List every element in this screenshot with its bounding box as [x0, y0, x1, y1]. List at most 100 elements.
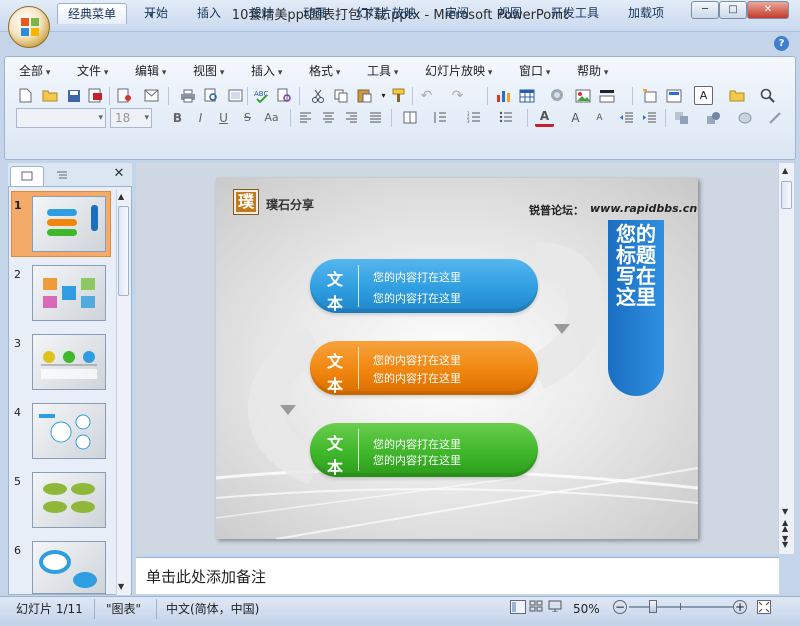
tab-outline[interactable] — [46, 166, 80, 186]
tab-view[interactable]: 视图 — [488, 3, 532, 24]
insert-table-icon[interactable] — [517, 86, 536, 105]
cut-icon[interactable] — [308, 86, 327, 105]
shape-outline-icon[interactable] — [766, 108, 785, 127]
format-painter-icon[interactable] — [389, 86, 408, 105]
decrease-indent-icon[interactable] — [617, 108, 636, 127]
find-icon[interactable] — [758, 86, 777, 105]
columns-icon[interactable] — [400, 108, 419, 127]
folder-icon[interactable] — [727, 86, 746, 105]
slides-pane-scroll-thumb[interactable] — [118, 206, 129, 296]
change-case-icon[interactable]: Aa — [262, 108, 281, 127]
status-theme[interactable]: "图表" — [106, 601, 141, 617]
fit-to-window-icon[interactable] — [757, 600, 771, 614]
strikethrough-icon[interactable]: S — [238, 108, 257, 127]
slide-canvas[interactable]: 璞 璞石分享 锐普论坛： www.rapidbbs.cn 您的标题写在这里 文 … — [216, 178, 698, 539]
underline-icon[interactable]: U — [214, 108, 233, 127]
menu-help[interactable]: 帮助 — [577, 63, 608, 79]
menu-tools[interactable]: 工具 — [367, 63, 398, 79]
zoom-out-icon[interactable]: − — [613, 600, 627, 614]
zoom-in-icon[interactable]: + — [733, 600, 747, 614]
text-box-icon[interactable]: A — [694, 86, 713, 105]
zoom-level[interactable]: 50% — [573, 601, 600, 617]
align-left-icon[interactable] — [296, 108, 315, 127]
print-icon[interactable] — [178, 86, 197, 105]
notes-placeholder[interactable]: 单击此处添加备注 — [146, 566, 266, 587]
align-right-icon[interactable] — [342, 108, 361, 127]
scroll-up-icon[interactable]: ▲ — [118, 192, 124, 201]
slides-pane-scrollbar[interactable]: ▲ ▼ — [116, 190, 130, 595]
line-style-icon[interactable] — [597, 86, 616, 105]
tab-addins[interactable]: 加载项 — [618, 3, 674, 24]
open-folder-icon[interactable] — [40, 86, 59, 105]
italic-icon[interactable]: I — [191, 108, 210, 127]
save-as-pdf-icon[interactable] — [86, 86, 105, 105]
save-icon[interactable] — [64, 86, 83, 105]
insert-picture-icon[interactable] — [573, 86, 592, 105]
menu-view[interactable]: 视图 — [193, 63, 224, 79]
maximize-button[interactable]: □ — [719, 1, 747, 19]
scroll-down-icon[interactable]: ▼ — [782, 507, 788, 516]
tab-classic-menu[interactable]: 经典菜单 — [57, 3, 128, 24]
menu-slideshow[interactable]: 幻灯片放映 — [425, 63, 492, 79]
tab-review[interactable]: 审阅 — [435, 3, 479, 24]
tab-animation[interactable]: 动画 — [293, 3, 337, 24]
shrink-font-icon[interactable]: A — [590, 108, 609, 127]
previous-slide-icon[interactable]: ▲ ▲ — [782, 519, 788, 533]
arrange-icon[interactable] — [672, 108, 691, 127]
slideshow-view-icon[interactable] — [548, 600, 564, 614]
print-preview-icon[interactable] — [202, 86, 221, 105]
tab-developer[interactable]: 开发工具 — [541, 3, 609, 24]
next-slide-icon[interactable]: ▼ ▼ — [782, 535, 788, 549]
scroll-up-icon[interactable]: ▲ — [782, 166, 788, 175]
tab-insert[interactable]: 插入 — [187, 3, 231, 24]
office-button[interactable] — [8, 6, 50, 48]
email-attach-icon[interactable] — [142, 86, 161, 105]
font-size-combo[interactable]: 18 ▾ — [110, 108, 152, 128]
clipart-icon[interactable] — [548, 86, 567, 105]
zoom-slider-track[interactable] — [629, 606, 733, 608]
slide-scroll-thumb[interactable] — [781, 181, 792, 209]
shape-fill-icon[interactable] — [736, 108, 755, 127]
numbering-icon[interactable]: 123 — [464, 108, 483, 127]
paste-icon[interactable] — [355, 86, 374, 105]
research-icon[interactable] — [275, 86, 294, 105]
slide-thumbnail-3[interactable] — [32, 334, 106, 390]
page-setup-icon[interactable] — [226, 86, 245, 105]
tab-slides[interactable] — [10, 166, 44, 186]
tab-design[interactable]: 设计 — [240, 3, 284, 24]
grow-font-icon[interactable]: A — [566, 108, 585, 127]
align-center-icon[interactable] — [319, 108, 338, 127]
copy-icon[interactable] — [331, 86, 350, 105]
menu-window[interactable]: 窗口 — [519, 63, 550, 79]
menu-insert[interactable]: 插入 — [251, 63, 282, 79]
slide-thumbnail-1[interactable] — [32, 196, 106, 252]
menu-all[interactable]: 全部 — [19, 63, 50, 79]
new-icon[interactable] — [16, 86, 35, 105]
bold-icon[interactable]: B — [168, 108, 187, 127]
shapes-icon[interactable] — [704, 108, 723, 127]
close-pane-icon[interactable]: ✕ — [112, 167, 126, 181]
slide-thumbnail-6[interactable] — [32, 541, 106, 594]
normal-view-icon[interactable] — [510, 600, 526, 614]
font-family-combo[interactable]: ▾ — [16, 108, 106, 128]
slide-scrollbar[interactable]: ▲ ▼ ▲ ▲ ▼ ▼ — [778, 163, 794, 554]
menu-edit[interactable]: 编辑 — [135, 63, 166, 79]
permission-icon[interactable] — [115, 86, 134, 105]
increase-indent-icon[interactable] — [640, 108, 659, 127]
tab-slideshow[interactable]: 幻灯片放映 — [346, 3, 426, 24]
status-language[interactable]: 中文(简体，中国) — [166, 601, 259, 617]
slide-layout-icon[interactable] — [664, 86, 683, 105]
zoom-slider-handle[interactable] — [649, 600, 657, 613]
bullets-icon[interactable] — [496, 108, 515, 127]
menu-file[interactable]: 文件 — [77, 63, 108, 79]
tab-home[interactable]: 开始 — [134, 3, 178, 24]
undo-icon[interactable]: ↶ — [417, 86, 436, 105]
font-color-icon[interactable]: A — [535, 108, 554, 127]
slide-thumbnail-2[interactable] — [32, 265, 106, 321]
justify-icon[interactable] — [366, 108, 385, 127]
slide-sorter-icon[interactable] — [529, 600, 545, 614]
new-slide-icon[interactable] — [640, 86, 659, 105]
slide-thumbnail-5[interactable] — [32, 472, 106, 528]
minimize-button[interactable]: ─ — [691, 1, 719, 19]
spell-check-icon[interactable]: ABC — [252, 86, 271, 105]
